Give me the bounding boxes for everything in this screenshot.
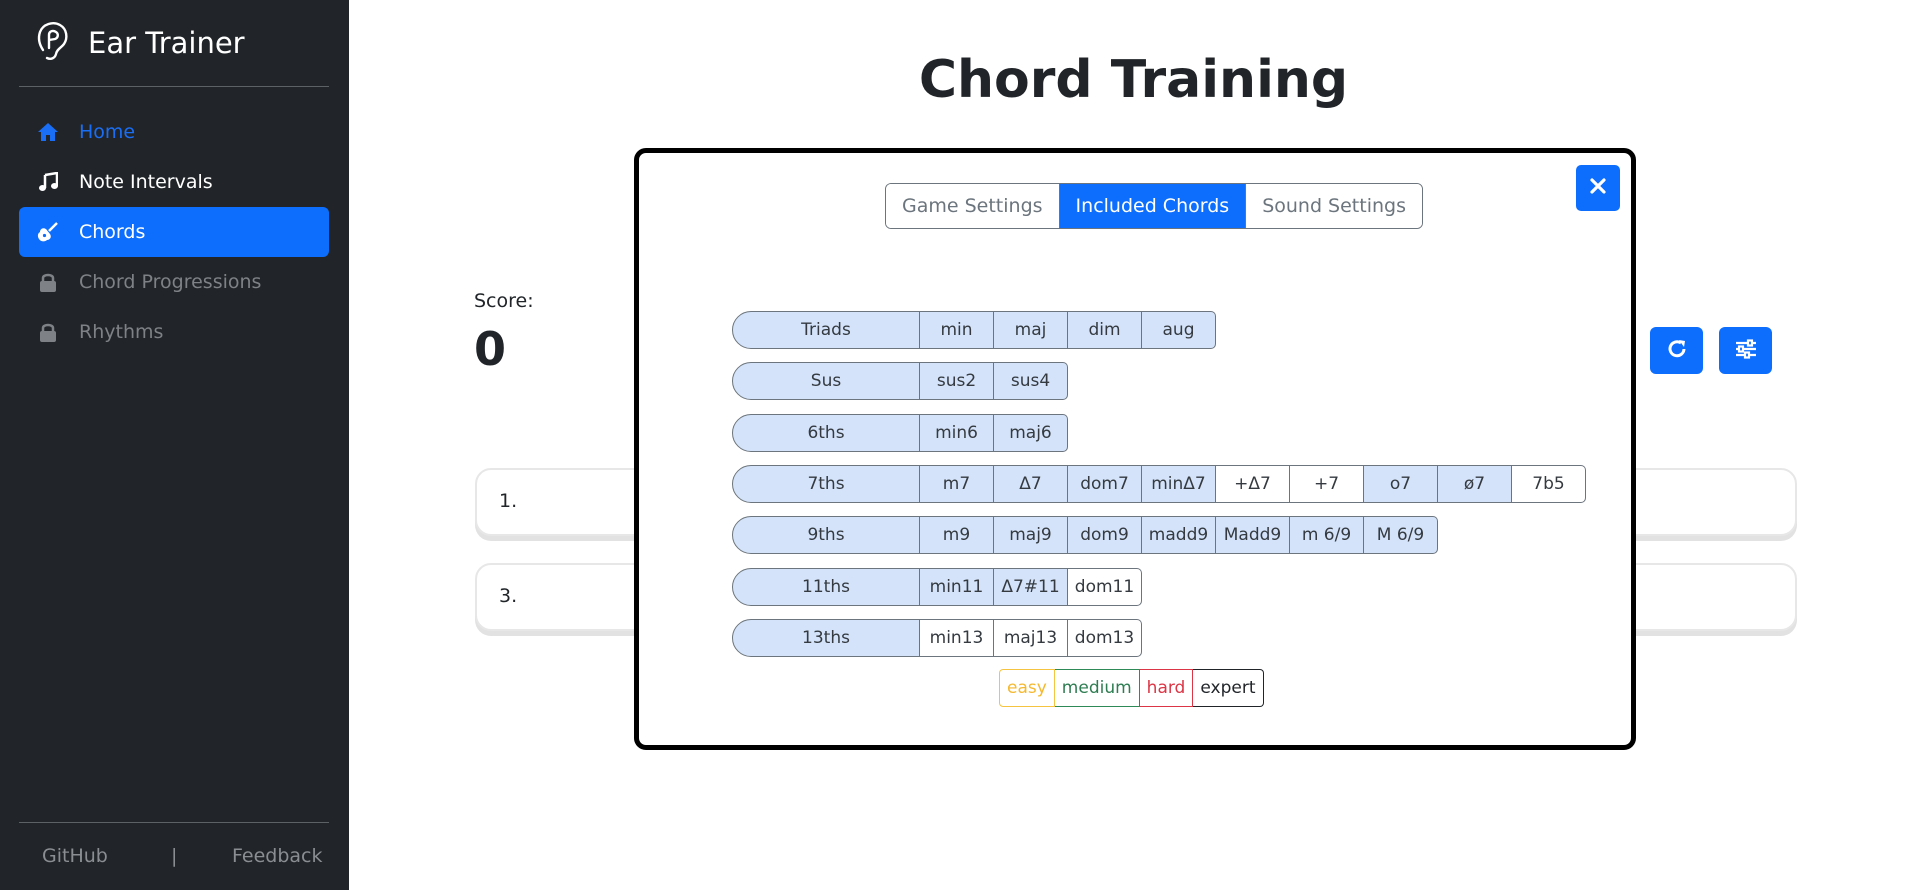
chord-group-toggle[interactable]: 11ths — [732, 567, 920, 606]
chord-toggle-button[interactable]: maj — [994, 311, 1068, 349]
chord-toggle-button[interactable]: +7 — [1290, 464, 1364, 503]
tab-sound-settings[interactable]: Sound Settings — [1245, 184, 1422, 228]
difficulty-medium-button[interactable]: medium — [1054, 669, 1140, 707]
chord-toggle-button[interactable]: m9 — [920, 516, 994, 555]
chord-toggle-button[interactable]: dom11 — [1068, 567, 1142, 606]
chord-group-row: 6ths min6 maj6 — [732, 413, 1068, 452]
chord-toggle-button[interactable]: min11 — [920, 567, 994, 606]
chord-toggle-button[interactable]: +Δ7 — [1216, 464, 1290, 503]
sidebar-item-rhythms[interactable]: Rhythms — [19, 307, 329, 357]
difficulty-hard-button[interactable]: hard — [1139, 669, 1194, 707]
difficulty-presets: easy medium hard expert — [999, 669, 1264, 707]
sidebar-footer-divider — [19, 822, 329, 823]
difficulty-easy-button[interactable]: easy — [999, 669, 1055, 707]
page-title: Chord Training — [918, 50, 1349, 110]
chord-toggle-button[interactable]: maj13 — [994, 618, 1068, 657]
sidebar-item-note-intervals[interactable]: Note Intervals — [19, 157, 329, 207]
chord-toggle-button[interactable]: min13 — [920, 618, 994, 657]
chord-group-toggle[interactable]: 6ths — [732, 413, 920, 452]
refresh-icon — [1666, 338, 1688, 364]
score-label: Score: — [474, 290, 534, 312]
chord-group-toggle[interactable]: Sus — [732, 362, 920, 401]
chord-group-row: 11ths min11 Δ7#11 dom11 — [732, 567, 1142, 606]
close-icon — [1590, 178, 1606, 198]
feedback-link[interactable]: Feedback — [232, 845, 322, 867]
settings-button[interactable] — [1719, 327, 1772, 374]
chord-toggle-button[interactable]: madd9 — [1142, 516, 1216, 555]
answer-number: 3. — [499, 585, 518, 607]
chord-toggle-button[interactable]: dom9 — [1068, 516, 1142, 555]
sidebar-item-home[interactable]: Home — [19, 107, 329, 157]
chord-toggle-button[interactable]: ø7 — [1438, 464, 1512, 503]
lock-icon — [37, 321, 59, 343]
chord-group-toggle[interactable]: 13ths — [732, 618, 920, 657]
chord-group-row: Triads min maj dim aug — [732, 311, 1216, 349]
sidebar-nav: Home Note Intervals Chords Chord Progres… — [19, 107, 329, 357]
chord-group-toggle[interactable]: 9ths — [732, 516, 920, 555]
chord-group-row: 7ths m7 Δ7 dom7 minΔ7 +Δ7 +7 o7 ø7 7b5 — [732, 464, 1586, 503]
chord-group-toggle[interactable]: Triads — [732, 311, 920, 349]
chord-toggle-button[interactable]: o7 — [1364, 464, 1438, 503]
chord-toggle-button[interactable]: min — [920, 311, 994, 349]
close-button[interactable] — [1576, 165, 1620, 211]
chord-toggle-button[interactable]: dim — [1068, 311, 1142, 349]
chord-toggle-button[interactable]: minΔ7 — [1142, 464, 1216, 503]
chord-toggle-button[interactable]: min6 — [920, 413, 994, 452]
sidebar-item-label: Chords — [79, 221, 146, 243]
chord-toggle-button[interactable]: Δ7#11 — [994, 567, 1068, 606]
chord-group-row: 9ths m9 maj9 dom9 madd9 Madd9 m 6/9 M 6/9 — [732, 516, 1438, 555]
chord-group-row: Sus sus2 sus4 — [732, 362, 1068, 401]
settings-modal: Game Settings Included Chords Sound Sett… — [634, 148, 1636, 750]
brand[interactable]: Ear Trainer — [35, 22, 245, 64]
footer-separator: | — [171, 845, 178, 867]
guitar-icon — [37, 221, 59, 243]
chord-toggle-button[interactable]: m7 — [920, 464, 994, 503]
sidebar-item-label: Home — [79, 121, 136, 143]
sidebar: Ear Trainer Home Note Intervals Chords C… — [0, 0, 349, 890]
brand-title: Ear Trainer — [88, 26, 245, 60]
music-note-icon — [37, 171, 59, 193]
ear-logo-icon — [35, 20, 71, 66]
chord-toggle-button[interactable]: maj9 — [994, 516, 1068, 555]
sidebar-item-label: Chord Progressions — [79, 271, 262, 293]
chord-toggle-button[interactable]: maj6 — [994, 413, 1068, 452]
chord-toggle-button[interactable]: Δ7 — [994, 464, 1068, 503]
sidebar-item-chord-progressions[interactable]: Chord Progressions — [19, 257, 329, 307]
difficulty-expert-button[interactable]: expert — [1193, 669, 1264, 707]
chord-toggle-button[interactable]: dom7 — [1068, 464, 1142, 503]
sidebar-item-label: Note Intervals — [79, 171, 213, 193]
chord-toggle-button[interactable]: sus4 — [994, 362, 1068, 401]
lock-icon — [37, 271, 59, 293]
chord-group-row: 13ths min13 maj13 dom13 — [732, 618, 1142, 657]
tab-included-chords[interactable]: Included Chords — [1058, 184, 1246, 228]
chord-toggle-button[interactable]: m 6/9 — [1290, 516, 1364, 555]
chord-toggle-button[interactable]: sus2 — [920, 362, 994, 401]
settings-tabs: Game Settings Included Chords Sound Sett… — [885, 183, 1423, 229]
score-value: 0 — [474, 322, 507, 376]
sidebar-divider — [19, 86, 329, 87]
sliders-icon — [1735, 338, 1757, 363]
chord-toggle-button[interactable]: Madd9 — [1216, 516, 1290, 555]
restart-button[interactable] — [1650, 327, 1703, 374]
chord-toggle-button[interactable]: aug — [1142, 311, 1216, 349]
answer-number: 1. — [499, 490, 518, 512]
github-link[interactable]: GitHub — [42, 845, 108, 867]
tab-game-settings[interactable]: Game Settings — [886, 184, 1059, 228]
chord-toggle-button[interactable]: 7b5 — [1512, 464, 1586, 503]
sidebar-item-chords[interactable]: Chords — [19, 207, 329, 257]
home-icon — [37, 121, 59, 143]
chord-group-toggle[interactable]: 7ths — [732, 464, 920, 503]
sidebar-item-label: Rhythms — [79, 321, 164, 343]
chord-toggle-button[interactable]: M 6/9 — [1364, 516, 1438, 555]
chord-toggle-button[interactable]: dom13 — [1068, 618, 1142, 657]
